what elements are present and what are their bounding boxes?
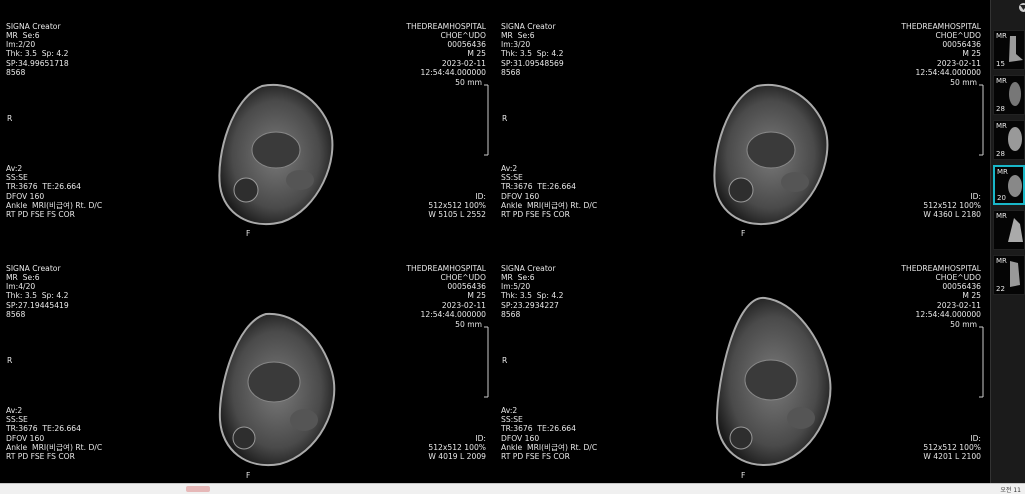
orientation-label-foot: F	[741, 229, 745, 238]
scale-bar: 50 mm	[450, 320, 490, 398]
scale-bar: 50 mm	[945, 78, 985, 156]
overlay-top-left: SIGNA CreatorMR Se:6Im:3/20Thk: 3.5 Sp: …	[501, 4, 564, 95]
orientation-label-right: R	[7, 114, 12, 123]
orientation-label-foot: F	[741, 471, 745, 480]
overlay-bottom-left: Av:2SS:SETR:3676 TE:26.664DFOV 160Ankle …	[501, 388, 597, 479]
image-pane-2[interactable]: SIGNA CreatorMR Se:6Im:3/20Thk: 3.5 Sp: …	[495, 0, 989, 241]
series-thumbnail[interactable]: MR 15	[993, 30, 1025, 70]
image-pane-3[interactable]: SIGNA CreatorMR Se:6Im:4/20Thk: 3.5 Sp: …	[0, 242, 494, 483]
orientation-label-right: R	[7, 356, 12, 365]
overlay-bottom-right: ID:512x512 100%W 5105 L 2552	[428, 173, 486, 237]
overlay-top-left: SIGNA CreatorMR Se:6Im:4/20Thk: 3.5 Sp: …	[6, 246, 69, 337]
taskbar: 오전 11	[0, 483, 1025, 494]
series-thumbnail[interactable]: MR 28	[993, 75, 1025, 115]
orientation-label-right: R	[502, 114, 507, 123]
series-thumbnail-selected[interactable]: MR 20	[993, 165, 1025, 205]
overlay-bottom-left: Av:2SS:SETR:3676 TE:26.664DFOV 160Ankle …	[501, 146, 597, 237]
scale-bar-label: 50 mm	[950, 320, 977, 329]
orientation-label-right: R	[502, 356, 507, 365]
overlay-top-left: SIGNA CreatorMR Se:6Im:2/20Thk: 3.5 Sp: …	[6, 4, 69, 95]
series-thumbnail[interactable]: MR	[993, 210, 1025, 250]
scale-bar-label: 50 mm	[950, 78, 977, 87]
overlay-bottom-right: ID:512x512 100%W 4201 L 2100	[923, 415, 981, 479]
orientation-label-foot: F	[246, 471, 250, 480]
overlay-bottom-left: Av:2SS:SETR:3676 TE:26.664DFOV 160Ankle …	[6, 388, 102, 479]
taskbar-app-button[interactable]	[186, 486, 210, 492]
scale-bar-label: 50 mm	[455, 78, 482, 87]
overlay-bottom-right: ID:512x512 100%W 4019 L 2009	[428, 415, 486, 479]
series-panel: MR 15 MR 28 MR 28 MR 20 MR MR 22	[990, 0, 1025, 483]
overlay-bottom-left: Av:2SS:SETR:3676 TE:26.664DFOV 160Ankle …	[6, 146, 102, 237]
image-pane-4[interactable]: SIGNA CreatorMR Se:6Im:5/20Thk: 3.5 Sp: …	[495, 242, 989, 483]
scale-bar-label: 50 mm	[455, 320, 482, 329]
chevron-down-icon[interactable]	[1019, 3, 1025, 12]
image-viewport[interactable]: SIGNA CreatorMR Se:6Im:2/20Thk: 3.5 Sp: …	[0, 0, 990, 483]
image-pane-1[interactable]: SIGNA CreatorMR Se:6Im:2/20Thk: 3.5 Sp: …	[0, 0, 494, 241]
orientation-label-foot: F	[246, 229, 250, 238]
series-thumbnail[interactable]: MR 22	[993, 255, 1025, 295]
overlay-top-left: SIGNA CreatorMR Se:6Im:5/20Thk: 3.5 Sp: …	[501, 246, 563, 337]
overlay-bottom-right: ID:512x512 100%W 4360 L 2180	[923, 173, 981, 237]
series-thumbnail[interactable]: MR 28	[993, 120, 1025, 160]
scale-bar: 50 mm	[945, 320, 985, 398]
scale-bar: 50 mm	[450, 78, 490, 156]
